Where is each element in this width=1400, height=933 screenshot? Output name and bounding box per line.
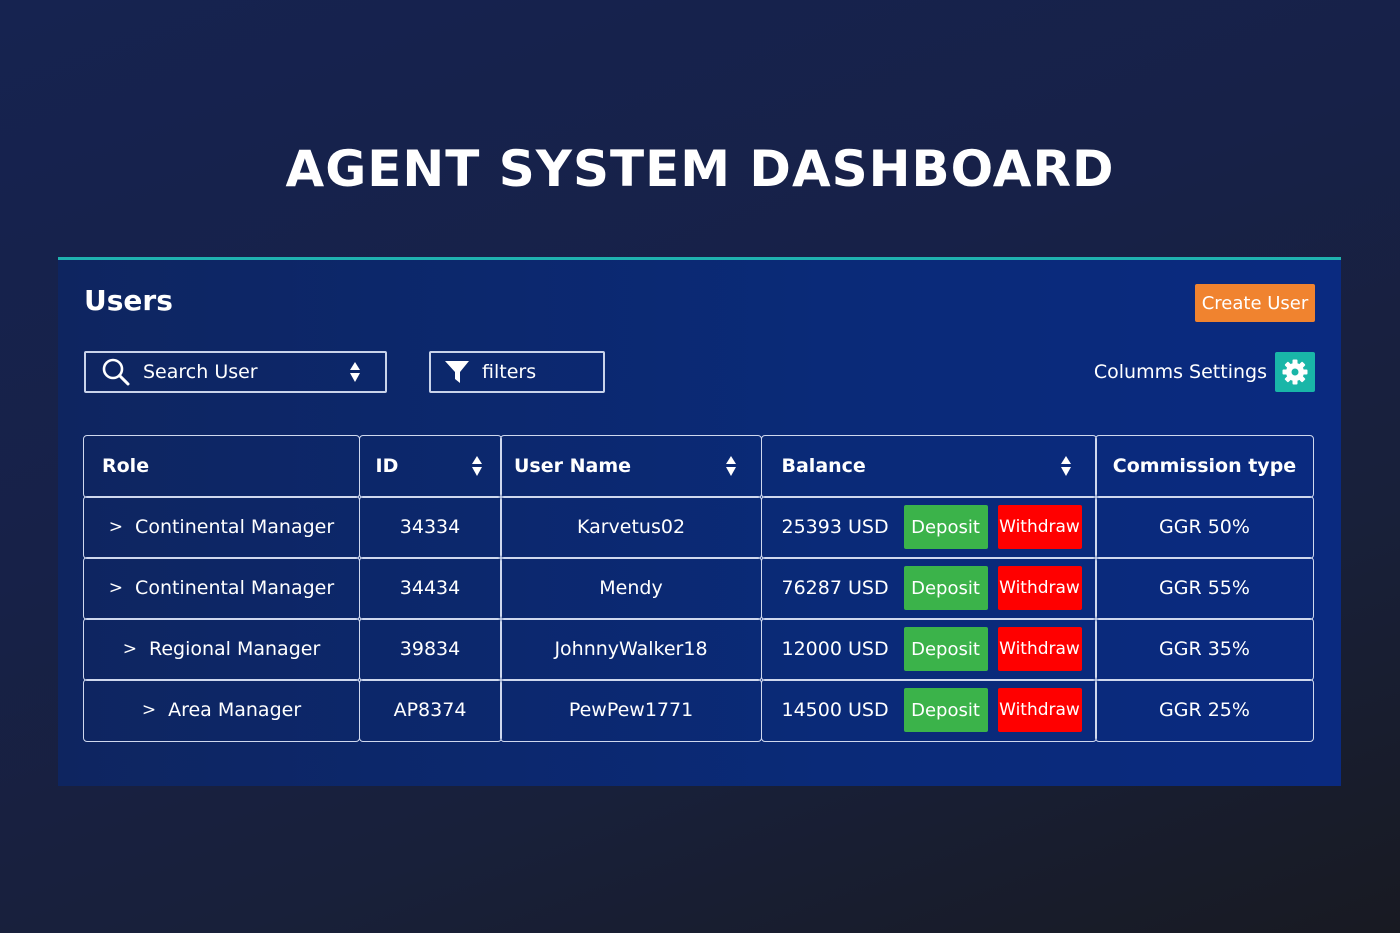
withdraw-button[interactable]: Withdraw [997,505,1082,550]
column-header-id[interactable]: ID [358,435,502,498]
table-row: > Area Manager AP8374 PewPew1771 14500 US… [83,679,1317,742]
filter-icon [445,361,469,383]
balance-cell: 12000 USD Deposit Withdraw [760,618,1097,681]
column-header-balance[interactable]: Balance [760,435,1097,498]
column-header-label: Balance [781,455,866,478]
username-cell: JohnnyWalker18 [500,618,762,681]
table-row: > Continental Manager 34434 Mendy 76287 U… [83,557,1317,620]
column-header-commission: Commission type [1095,435,1314,498]
column-header-username[interactable]: User Name [500,435,762,498]
columns-settings-button[interactable] [1275,352,1315,392]
create-user-button[interactable]: Create User [1195,284,1315,322]
commission-cell: GGR 55% [1095,557,1314,620]
role-text: Continental Manager [135,516,335,539]
filters-label: filters [482,361,537,383]
role-text: Continental Manager [135,577,335,600]
balance-value: 12000 USD [781,638,889,661]
role-text: Regional Manager [148,638,321,661]
id-cell: 39834 [358,618,502,681]
gear-icon [1282,359,1308,385]
commission-cell: GGR 25% [1095,679,1314,742]
role-cell[interactable]: > Area Manager [83,679,360,742]
id-cell: 34334 [358,496,502,559]
commission-cell: GGR 35% [1095,618,1314,681]
filters-button[interactable]: filters [429,351,605,393]
deposit-button[interactable]: Deposit [903,505,988,550]
balance-cell: 25393 USD Deposit Withdraw [760,496,1097,559]
expand-chevron-icon[interactable]: > [109,517,123,537]
table-row: > Continental Manager 34334 Karvetus02 25… [83,496,1317,559]
commission-cell: GGR 50% [1095,496,1314,559]
users-panel: Users Create User Search User filters Co… [58,257,1341,786]
withdraw-button[interactable]: Withdraw [997,566,1082,611]
balance-value: 25393 USD [781,516,889,539]
sort-icon[interactable] [471,455,483,477]
balance-cell: 14500 USD Deposit Withdraw [760,679,1097,742]
withdraw-button[interactable]: Withdraw [997,627,1082,672]
expand-chevron-icon[interactable]: > [123,639,137,659]
column-header-label: ID [375,455,399,478]
page-title: AGENT SYSTEM DASHBOARD [285,140,1115,198]
users-table: Role ID User Name Balance Commission typ… [83,435,1317,742]
expand-chevron-icon[interactable]: > [142,700,156,720]
deposit-button[interactable]: Deposit [903,688,988,733]
sort-icon[interactable] [725,455,737,477]
deposit-button[interactable]: Deposit [903,566,988,611]
column-header-label: Role [102,455,150,478]
role-text: Area Manager [168,699,302,722]
role-cell[interactable]: > Continental Manager [83,557,360,620]
withdraw-button[interactable]: Withdraw [997,688,1082,733]
column-header-role: Role [83,435,360,498]
table-row: > Regional Manager 39834 JohnnyWalker18 1… [83,618,1317,681]
username-cell: Karvetus02 [500,496,762,559]
balance-value: 14500 USD [781,699,889,722]
id-cell: AP8374 [358,679,502,742]
column-header-label: Commission type [1112,455,1297,478]
role-cell[interactable]: > Regional Manager [83,618,360,681]
sort-icon[interactable] [349,361,361,383]
table-header-row: Role ID User Name Balance Commission typ… [83,435,1317,498]
search-icon [102,358,130,386]
columns-settings-label: Columms Settings [1093,361,1267,383]
search-user-input[interactable]: Search User [84,351,387,393]
expand-chevron-icon[interactable]: > [109,578,123,598]
column-header-label: User Name [514,455,632,478]
search-placeholder: Search User [143,361,258,383]
columns-settings[interactable]: Columms Settings [1094,352,1315,392]
sort-icon[interactable] [1060,455,1072,477]
panel-title: Users [84,284,173,317]
username-cell: PewPew1771 [500,679,762,742]
role-cell[interactable]: > Continental Manager [83,496,360,559]
balance-value: 76287 USD [781,577,889,600]
id-cell: 34434 [358,557,502,620]
deposit-button[interactable]: Deposit [903,627,988,672]
username-cell: Mendy [500,557,762,620]
balance-cell: 76287 USD Deposit Withdraw [760,557,1097,620]
